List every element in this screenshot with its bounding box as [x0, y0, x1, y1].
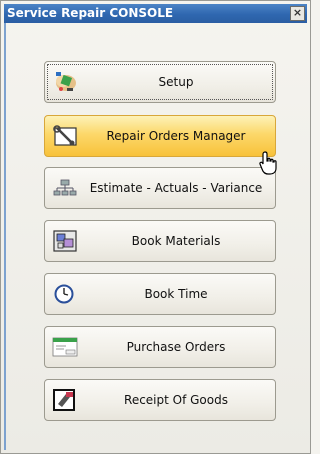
purchase-order-icon	[52, 337, 78, 357]
repair-orders-manager-label: Repair Orders Manager	[106, 129, 246, 143]
estimate-actuals-variance-button[interactable]: Estimate - Actuals - Variance	[44, 167, 276, 209]
window-left-edge	[4, 23, 6, 450]
receipt-icon	[53, 389, 75, 411]
window-title: Service Repair CONSOLE	[7, 6, 174, 20]
title-bar[interactable]: Service Repair CONSOLE ×	[4, 4, 307, 23]
close-icon: ×	[292, 6, 303, 19]
receipt-of-goods-label: Receipt Of Goods	[124, 393, 228, 407]
hierarchy-icon	[53, 179, 77, 196]
setup-icon	[56, 72, 76, 91]
purchase-orders-label: Purchase Orders	[126, 340, 226, 354]
book-time-label: Book Time	[144, 287, 208, 301]
materials-icon	[53, 230, 77, 252]
book-materials-button[interactable]: Book Materials	[44, 220, 276, 262]
close-button[interactable]: ×	[290, 6, 305, 21]
repair-orders-manager-button[interactable]: Repair Orders Manager	[44, 115, 276, 157]
setup-label: Setup	[158, 75, 194, 89]
book-materials-label: Book Materials	[131, 234, 221, 248]
purchase-orders-button[interactable]: Purchase Orders	[44, 326, 276, 368]
setup-button[interactable]: Setup	[44, 61, 276, 103]
estimate-actuals-variance-label: Estimate - Actuals - Variance	[89, 181, 263, 195]
receipt-of-goods-button[interactable]: Receipt Of Goods	[44, 379, 276, 421]
clock-icon	[54, 284, 74, 304]
hand-cursor-icon	[259, 151, 277, 175]
book-time-button[interactable]: Book Time	[44, 273, 276, 315]
wrench-icon	[53, 125, 77, 146]
